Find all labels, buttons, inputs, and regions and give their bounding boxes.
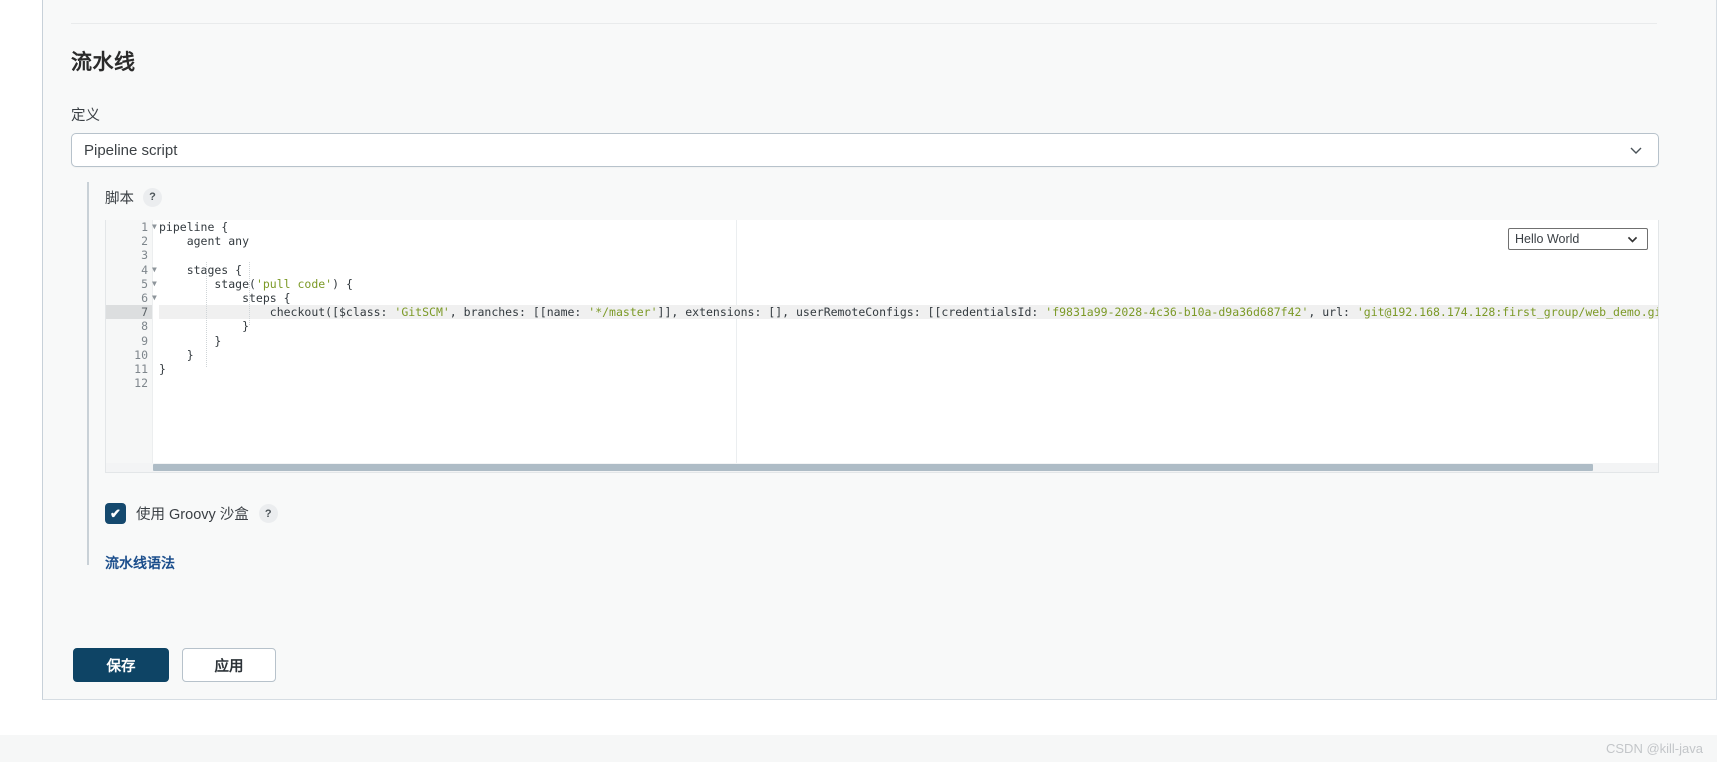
gutter-line-10: 10 (134, 347, 148, 362)
watermark: CSDN @kill-java (1606, 741, 1703, 756)
editor-gutter: 1 ▼ 2 3 4 ▼ 5 ▼ 6 ▼ 7 8 9 10 11 12 (106, 220, 157, 472)
groovy-sandbox-label: 使用 Groovy 沙盒 (136, 507, 249, 523)
code-line: } (159, 347, 194, 362)
gutter-line-9: 9 (141, 333, 148, 348)
bottom-band (0, 735, 1717, 762)
apply-button[interactable]: 应用 (182, 648, 276, 682)
snippet-select-value: Hello World (1515, 232, 1580, 246)
page-title: 流水线 (71, 51, 136, 74)
form-actions: 保存 应用 (73, 648, 276, 682)
indent-guide (249, 262, 250, 325)
definition-select[interactable]: Pipeline script (71, 133, 1659, 167)
code-line: checkout([$class: 'GitSCM', branches: [[… (159, 305, 1659, 320)
code-line: } (159, 333, 222, 348)
section-divider (71, 23, 1657, 24)
gutter-line-11: 11 (134, 361, 148, 376)
code-line: } (159, 361, 166, 376)
save-button[interactable]: 保存 (73, 648, 169, 682)
code-line: agent any (159, 234, 250, 249)
script-group: 脚本 ? 1 ▼ 2 3 4 ▼ 5 ▼ 6 ▼ 7 8 9 10 11 12 pipeline { agen… (87, 182, 1659, 571)
code-editor[interactable]: 1 ▼ 2 3 4 ▼ 5 ▼ 6 ▼ 7 8 9 10 11 12 pipeline { agent any… (105, 220, 1659, 473)
gutter-line-7: 7 (106, 305, 152, 320)
pipeline-syntax-link[interactable]: 流水线语法 (105, 553, 175, 573)
script-header: 脚本 ? (105, 185, 1659, 209)
page-root: 流水线 定义 Pipeline script 脚本 ? 1 ▼ 2 3 4 ▼ 5 ▼ 6 ▼ 7 8… (0, 0, 1717, 762)
code-line: pipeline { (159, 220, 229, 234)
gutter-line-8: 8 (141, 319, 148, 334)
chevron-down-icon (1628, 142, 1644, 158)
check-icon: ✔ (110, 506, 121, 521)
indent-guide (206, 262, 207, 367)
gutter-line-1: 1 ▼ (106, 220, 157, 234)
gutter-line-6: 6 ▼ (106, 291, 157, 305)
config-card: 流水线 定义 Pipeline script 脚本 ? 1 ▼ 2 3 4 ▼ 5 ▼ 6 ▼ 7 8… (42, 0, 1717, 700)
editor-code-area[interactable]: pipeline { agent any stages { stage('pul… (153, 220, 1658, 472)
help-icon[interactable]: ? (258, 504, 278, 523)
chevron-down-icon (1626, 233, 1639, 246)
snippet-select[interactable]: Hello World (1508, 228, 1648, 250)
gutter-line-2: 2 (141, 234, 148, 249)
code-line: steps { (159, 290, 291, 305)
gutter-line-5: 5 ▼ (106, 277, 157, 291)
editor-hscrollbar-thumb[interactable] (153, 464, 1593, 471)
code-line: } (159, 319, 250, 334)
script-label: 脚本 (105, 190, 134, 207)
gutter-line-4: 4 ▼ (106, 263, 157, 277)
code-line: stage('pull code') { (159, 276, 353, 291)
groovy-sandbox-row: ✔ 使用 Groovy 沙盒 ? (105, 503, 1659, 524)
editor-hscrollbar-track[interactable] (106, 463, 1658, 472)
code-line: stages { (159, 262, 243, 277)
definition-label: 定义 (71, 108, 100, 124)
definition-select-box[interactable]: Pipeline script (71, 133, 1659, 167)
help-icon[interactable]: ? (143, 187, 162, 207)
gutter-line-12: 12 (134, 376, 148, 391)
definition-select-value: Pipeline script (84, 141, 178, 159)
groovy-sandbox-checkbox[interactable]: ✔ (105, 503, 126, 524)
gutter-line-3: 3 (141, 248, 148, 263)
